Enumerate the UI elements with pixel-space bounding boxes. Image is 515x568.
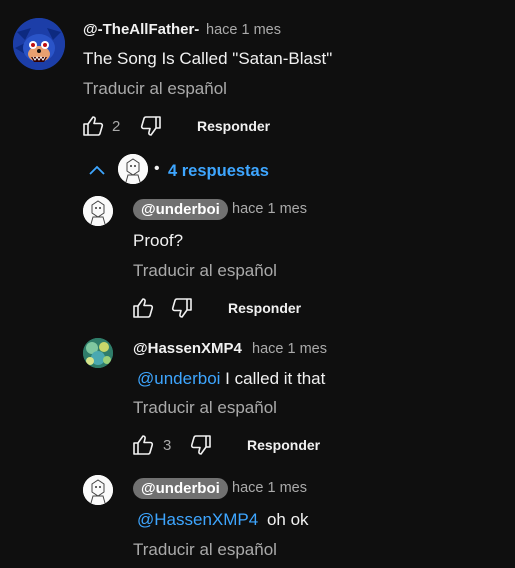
separator-dot: •	[154, 160, 160, 177]
reply-timestamp[interactable]: hace 1 mes	[252, 341, 327, 357]
reply-timestamp[interactable]: hace 1 mes	[232, 480, 307, 496]
comment-timestamp[interactable]: hace 1 mes	[206, 22, 281, 38]
translate-link[interactable]: Traducir al español	[133, 540, 277, 560]
reply-text-content: I called it that	[225, 369, 326, 388]
sonic-avatar-icon	[13, 18, 65, 70]
avatar[interactable]	[83, 196, 113, 226]
mosaic-avatar-icon	[83, 338, 113, 368]
like-count: 3	[163, 437, 172, 454]
sketch-avatar-icon	[83, 196, 113, 226]
thumbs-up-icon	[83, 116, 104, 136]
sketch-avatar-icon	[83, 475, 113, 505]
comment-text: The Song Is Called "Satan-Blast"	[83, 49, 333, 68]
reply-button[interactable]: Responder	[197, 118, 270, 134]
chevron-up-icon	[88, 163, 106, 182]
reply-author[interactable]: @HassenXMP4	[133, 340, 242, 357]
reply-text: @HassenXMP4 oh ok	[137, 510, 309, 530]
translate-link[interactable]: Traducir al español	[83, 79, 227, 99]
reply-author-badge[interactable]: @underboi	[133, 199, 228, 220]
replier-avatar	[118, 154, 148, 184]
reply-text-content: oh ok	[266, 510, 309, 529]
thumbs-up-icon	[133, 298, 154, 318]
thumbs-down-icon	[140, 116, 161, 136]
like-button[interactable]	[130, 432, 156, 458]
like-count: 2	[112, 118, 121, 135]
reply-text: Proof?	[133, 231, 184, 250]
like-button[interactable]	[80, 113, 106, 139]
translate-link[interactable]: Traducir al español	[133, 398, 277, 418]
reply-text: @underboi I called it that	[137, 369, 325, 389]
toggle-replies-button[interactable]: • 4 respuestas	[84, 154, 384, 188]
replies-count-link[interactable]: 4 respuestas	[168, 162, 269, 181]
thumbs-down-icon	[171, 298, 192, 318]
mention-link[interactable]: @HassenXMP4	[137, 510, 258, 529]
mention-link[interactable]: @underboi	[137, 369, 220, 388]
reply-timestamp[interactable]: hace 1 mes	[232, 201, 307, 217]
dislike-button[interactable]	[188, 432, 214, 458]
sketch-avatar-icon	[118, 154, 148, 184]
reply-author-badge[interactable]: @underboi	[133, 478, 228, 499]
like-button[interactable]	[130, 295, 156, 321]
dislike-button[interactable]	[169, 295, 195, 321]
avatar[interactable]	[13, 18, 65, 70]
avatar[interactable]	[83, 475, 113, 505]
translate-link[interactable]: Traducir al español	[133, 261, 277, 281]
thumbs-up-icon	[133, 435, 154, 455]
thumbs-down-icon	[190, 435, 211, 455]
reply-button[interactable]: Responder	[247, 437, 320, 453]
reply-button[interactable]: Responder	[228, 300, 301, 316]
dislike-button[interactable]	[138, 113, 164, 139]
avatar[interactable]	[83, 338, 113, 368]
comment-author[interactable]: @-TheAllFather-	[83, 21, 199, 38]
